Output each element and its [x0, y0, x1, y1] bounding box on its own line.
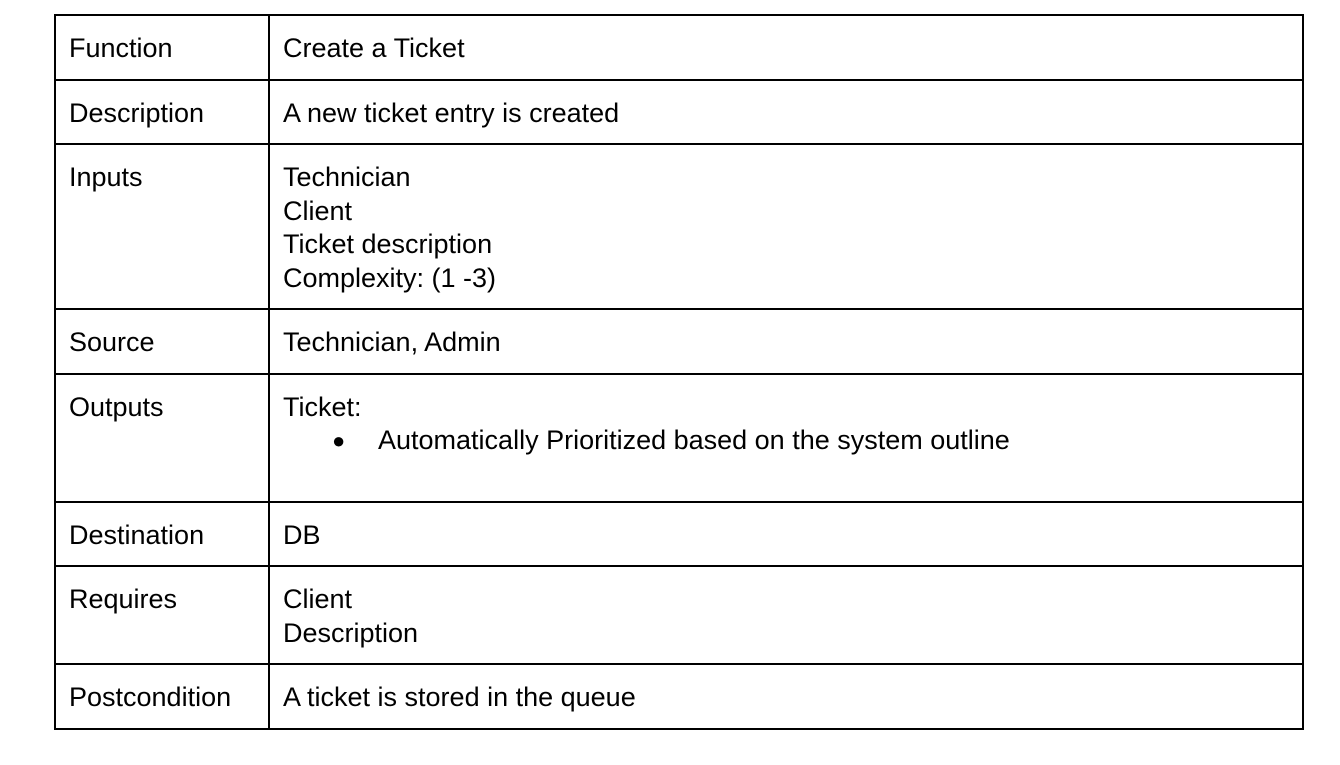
value-function: Create a Ticket [268, 14, 1304, 81]
value-inputs: Technician Client Ticket description Com… [268, 143, 1304, 310]
label-postcondition: Postcondition [54, 663, 270, 730]
label-destination: Destination [54, 500, 270, 567]
input-item: Ticket description [283, 229, 493, 259]
outputs-heading: Ticket: [283, 391, 362, 422]
source-value: Technician, Admin [283, 327, 501, 357]
value-outputs: Ticket: ● Automatically Prioritized base… [268, 372, 1304, 503]
value-destination: DB [268, 500, 1304, 567]
input-item: Technician [283, 162, 411, 192]
input-item: Client [283, 195, 353, 226]
row-postcondition: Postcondition A ticket is stored in the … [54, 663, 1304, 730]
value-description: A new ticket entry is created [268, 78, 1304, 145]
function-value: Create a Ticket [283, 33, 465, 63]
outputs-bullet-text: Automatically Prioritized based on the s… [378, 425, 1010, 455]
requires-item: Client [283, 584, 353, 614]
row-destination: Destination DB [54, 500, 1304, 567]
list-item: ● Automatically Prioritized based on the… [283, 424, 1290, 458]
function-spec-table: Function Create a Ticket Description A n… [54, 14, 1304, 730]
label-inputs: Inputs [54, 143, 270, 310]
label-description: Description [54, 78, 270, 145]
outputs-bullet-list: ● Automatically Prioritized based on the… [283, 424, 1290, 458]
bullet-icon: ● [332, 428, 346, 453]
label-outputs: Outputs [54, 372, 270, 503]
input-item: Complexity: (1 -3) [283, 262, 497, 293]
row-description: Description A new ticket entry is create… [54, 78, 1304, 145]
destination-value: DB [283, 519, 321, 550]
postcondition-value: A ticket is stored in the queue [283, 682, 636, 712]
row-function: Function Create a Ticket [54, 14, 1304, 81]
value-source: Technician, Admin [268, 308, 1304, 375]
row-source: Source Technician, Admin [54, 308, 1304, 375]
label-source: Source [54, 308, 270, 375]
description-value: A new ticket entry is created [283, 97, 620, 128]
row-inputs: Inputs Technician Client Ticket descript… [54, 143, 1304, 310]
value-requires: Client Description [268, 565, 1304, 665]
label-requires: Requires [54, 565, 270, 665]
label-function: Function [54, 14, 270, 81]
row-outputs: Outputs Ticket: ● Automatically Prioriti… [54, 372, 1304, 503]
value-postcondition: A ticket is stored in the queue [268, 663, 1304, 730]
requires-item: Description [283, 617, 419, 648]
row-requires: Requires Client Description [54, 565, 1304, 665]
